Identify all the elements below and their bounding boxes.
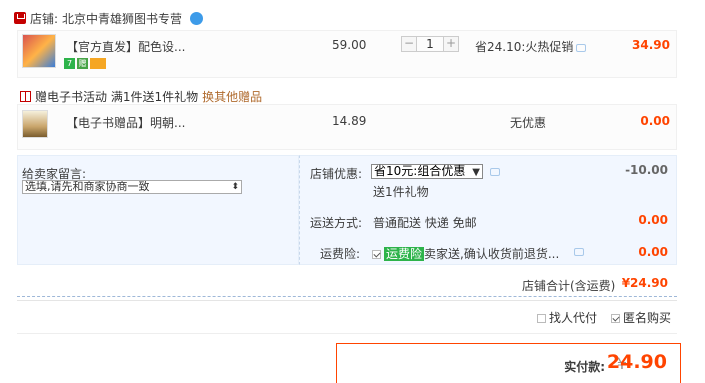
insurance-text: 卖家送,确认收货前退货...	[424, 247, 560, 261]
shop-label: 店铺:	[30, 11, 59, 26]
gift-activity-text: 赠电子书活动 满1件送1件礼物	[35, 90, 199, 104]
gift-activity: 赠电子书活动 满1件送1件礼物 换其他赠品	[20, 88, 262, 105]
chevron-down-icon: ▼	[472, 167, 480, 178]
coupon-gift-note: 送1件礼物	[373, 185, 429, 199]
checkout-options: 找人代付 匿名购买	[536, 309, 671, 326]
insurance-option: 运费险 卖家送,确认收货前退货...	[372, 245, 559, 262]
coupon-selected-value: 省10元:组合优惠	[374, 164, 466, 178]
pay-amount: 24.90	[606, 351, 667, 373]
quantity-stepper: − 1 +	[401, 36, 459, 52]
insurance-checkbox[interactable]	[372, 250, 381, 259]
shipping-method: 普通配送 快递 免邮	[373, 216, 477, 230]
insurance-tag: 运费险	[384, 247, 425, 261]
message-dropdown-icon: ⬍	[231, 182, 239, 192]
pay-label: 实付款:	[564, 360, 605, 374]
item-total-2: 0.00	[640, 114, 670, 128]
item-price-1: 59.00	[332, 38, 367, 52]
seven-day-return-icon: 7	[64, 58, 75, 69]
wangwang-chat-icon[interactable]	[190, 11, 204, 25]
coupon-info-icon[interactable]	[490, 168, 500, 176]
proxy-pay-label: 找人代付	[548, 311, 597, 325]
item-title-2[interactable]: 【电子书赠品】明朝...	[66, 114, 185, 131]
divider	[17, 333, 677, 334]
coupon-select[interactable]: 省10元:组合优惠 ▼	[371, 164, 483, 179]
item-promo-1: 省24.10:火热促销	[475, 38, 587, 55]
proxy-pay-checkbox[interactable]	[536, 314, 546, 323]
item-price-2: 14.89	[332, 114, 367, 128]
decrease-quantity-button[interactable]: −	[402, 37, 416, 51]
anonymous-label: 匿名购买	[622, 311, 671, 325]
coupon-label: 店铺优惠:	[310, 167, 363, 181]
shop-total-label: 店铺合计(含运费)	[522, 279, 616, 293]
card-badge-icon	[90, 58, 106, 69]
promo-info-icon[interactable]	[576, 43, 587, 52]
shop-name-link[interactable]: 北京中青雄狮图书专营	[62, 10, 182, 27]
divider	[17, 300, 677, 301]
swap-gift-link[interactable]: 换其他赠品	[202, 88, 262, 105]
seller-message-input[interactable]: 选填,请先和商家协商一致 ⬍	[22, 180, 242, 194]
increase-quantity-button[interactable]: +	[444, 37, 458, 51]
item-badges-1: 7 赠	[64, 58, 106, 69]
insurance-info-icon[interactable]	[574, 248, 584, 256]
shop-header: 店铺: 北京中青雄狮图书专营	[14, 8, 204, 28]
anonymous-option[interactable]: 匿名购买	[610, 309, 671, 326]
item-thumbnail-1[interactable]	[22, 34, 56, 68]
item-promo-text-1: 省24.10:火热促销	[475, 40, 574, 54]
anonymous-checkbox[interactable]	[610, 314, 620, 323]
insurance-amount: 0.00	[638, 245, 668, 259]
proxy-pay-option[interactable]: 找人代付	[536, 309, 597, 326]
seller-message-placeholder: 选填,请先和商家协商一致	[25, 180, 150, 193]
shop-total-amount: ¥24.90	[621, 276, 668, 290]
gift-badge-icon: 赠	[77, 58, 88, 69]
item-thumbnail-2[interactable]	[22, 110, 48, 138]
item-promo-2: 无优惠	[510, 116, 547, 130]
quantity-input[interactable]: 1	[416, 37, 444, 51]
shop-icon	[14, 12, 26, 24]
shipping-label: 运送方式:	[310, 216, 363, 230]
coupon-amount: -10.00	[625, 163, 668, 177]
item-total-1: 34.90	[632, 38, 670, 52]
insurance-label: 运费险:	[320, 247, 361, 261]
gift-icon	[20, 91, 31, 102]
shipping-amount: 0.00	[638, 213, 668, 227]
item-title-1[interactable]: 【官方直发】配色设...	[66, 38, 185, 55]
